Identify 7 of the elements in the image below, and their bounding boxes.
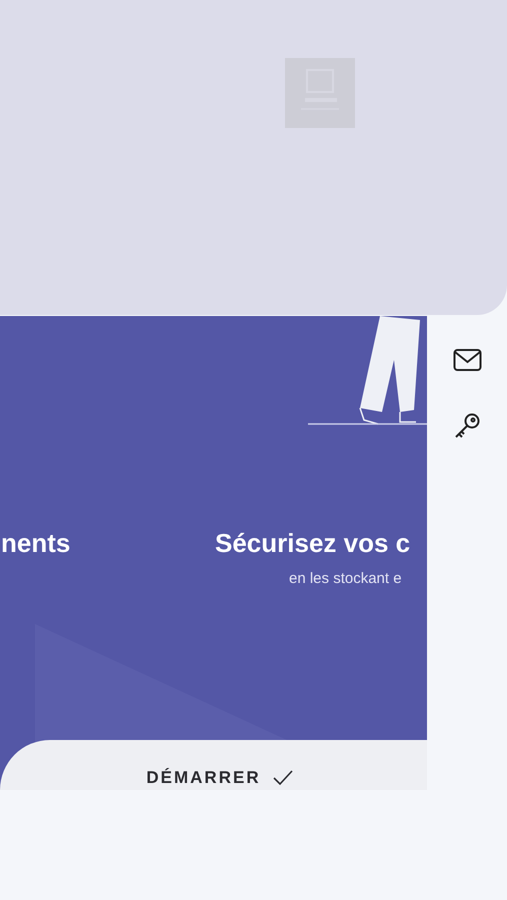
start-button[interactable]: DÉMARRER [0,740,427,790]
checkmark-icon [272,770,293,786]
slide-title: nents [0,527,72,560]
slide-title: Sécurisez vos c [215,527,410,560]
mail-icon[interactable] [452,348,482,372]
slide-subtitle: en les stockant e [289,569,403,589]
key-icon[interactable] [453,412,481,440]
